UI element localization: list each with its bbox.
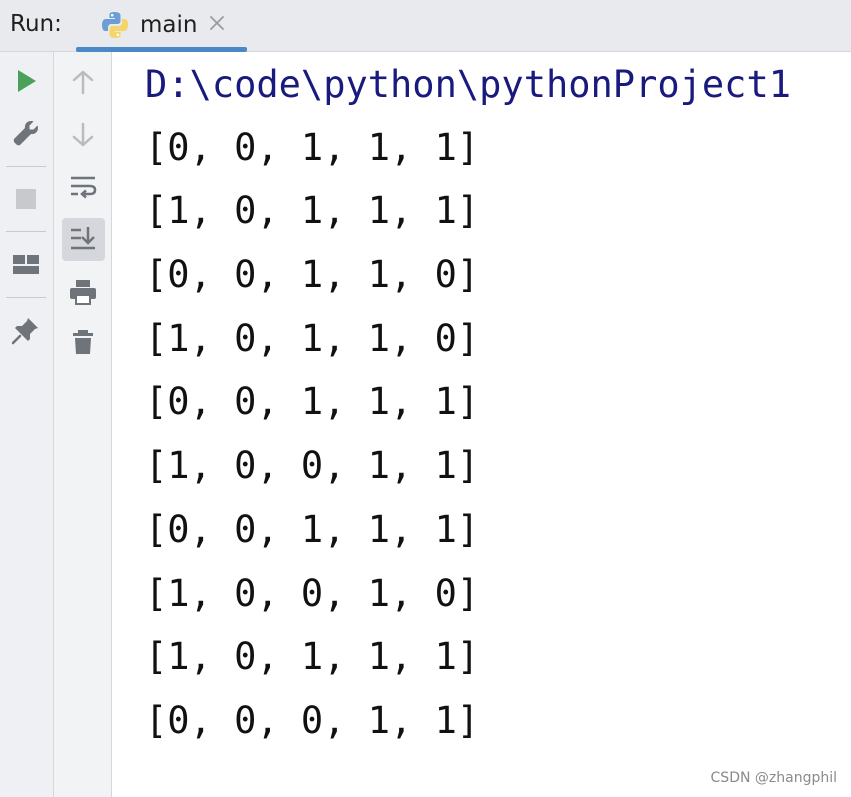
output-line: [0, 0, 0, 1, 1] <box>145 699 480 742</box>
output-line: [1, 0, 1, 1, 0] <box>145 317 480 360</box>
close-icon[interactable] <box>207 13 227 33</box>
up-arrow-icon[interactable] <box>68 67 98 97</box>
soft-wrap-icon[interactable] <box>68 172 98 202</box>
run-tab-bar: Run: main <box>0 0 851 52</box>
console-output[interactable]: D:\code\python\pythonProject1 [0, 0, 1, … <box>112 52 851 797</box>
tab-label: main <box>140 12 198 38</box>
output-line: [0, 0, 1, 1, 0] <box>145 253 480 296</box>
output-line: [0, 0, 1, 1, 1] <box>145 380 480 423</box>
interpreter-path-line: D:\code\python\pythonProject1 <box>145 63 792 106</box>
python-icon <box>100 10 130 40</box>
print-icon[interactable] <box>68 277 98 307</box>
console-toolbar <box>54 52 112 797</box>
layout-icon[interactable] <box>11 250 41 280</box>
output-line: [0, 0, 1, 1, 1] <box>145 508 480 551</box>
run-label: Run: <box>10 11 62 37</box>
pin-icon[interactable] <box>11 315 41 345</box>
rerun-icon[interactable] <box>11 66 41 96</box>
down-arrow-icon[interactable] <box>68 120 98 150</box>
watermark: CSDN @zhangphil <box>710 770 837 786</box>
toolbar-divider <box>6 297 46 298</box>
trash-icon[interactable] <box>68 327 98 357</box>
wrench-icon[interactable] <box>11 118 41 148</box>
stop-icon[interactable] <box>11 184 41 214</box>
output-line: [1, 0, 0, 1, 1] <box>145 444 480 487</box>
left-toolbar <box>0 52 54 797</box>
output-line: [1, 0, 1, 1, 1] <box>145 189 480 232</box>
scroll-to-end-icon[interactable] <box>68 224 98 254</box>
output-line: [1, 0, 1, 1, 1] <box>145 635 480 678</box>
toolbar-divider <box>6 231 46 232</box>
toolbar-divider <box>6 166 46 167</box>
output-line: [1, 0, 0, 1, 0] <box>145 572 480 615</box>
tab-main[interactable]: main <box>76 0 247 52</box>
output-line: [0, 0, 1, 1, 1] <box>145 126 480 169</box>
